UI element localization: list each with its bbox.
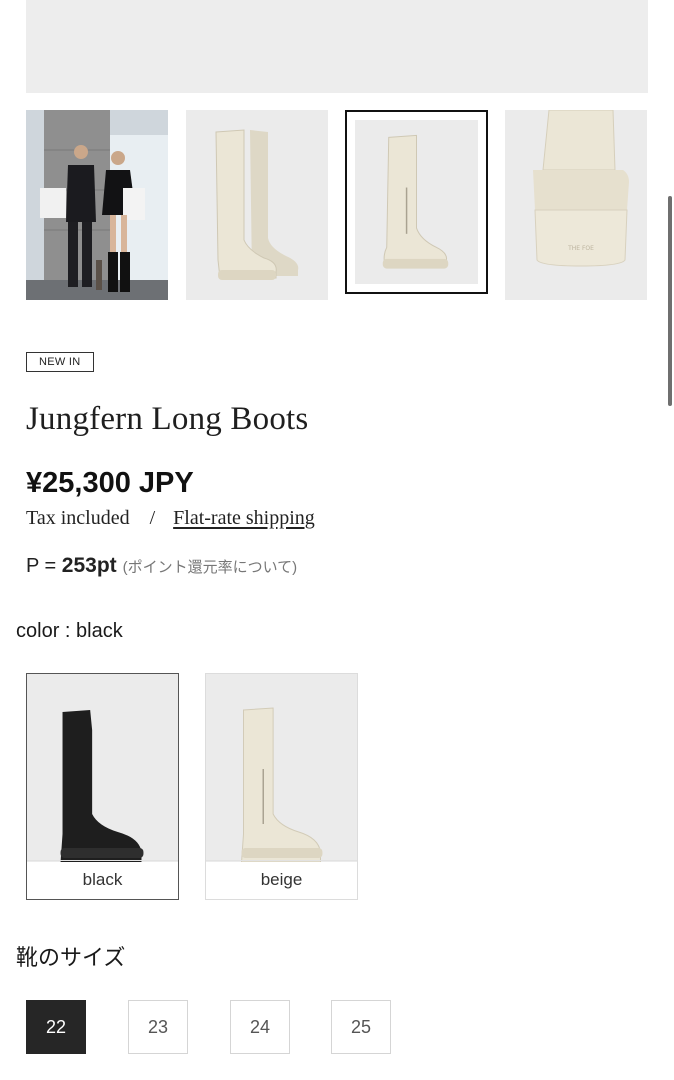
product-price: ¥25,300 JPY — [26, 467, 194, 499]
boot-side-beige-icon — [186, 110, 328, 300]
scrollbar-thumb[interactable] — [668, 196, 672, 406]
points-value: 253pt — [61, 554, 117, 577]
size-option-23[interactable]: 23 — [128, 1000, 188, 1054]
thumbnail-boot-side[interactable] — [186, 110, 328, 300]
thumbnail-gallery: THE FOE — [26, 110, 648, 300]
points-prefix: P = — [26, 555, 62, 577]
points-line: P = 253pt (ポイント還元率について) — [26, 554, 297, 578]
tax-shipping-line: Tax included / Flat-rate shipping — [26, 507, 315, 530]
thumbnail-boot-front[interactable] — [345, 110, 488, 294]
main-product-image[interactable] — [26, 0, 648, 93]
size-label: 靴のサイズ — [16, 945, 126, 970]
beige-boot-icon — [241, 707, 323, 862]
color-option-beige[interactable]: beige — [205, 673, 358, 900]
color-selection-label: color : black — [16, 620, 123, 642]
models-photo-icon — [26, 110, 168, 300]
color-option-label: beige — [206, 860, 357, 899]
flat-rate-shipping-link[interactable]: Flat-rate shipping — [173, 507, 315, 529]
svg-text:THE FOE: THE FOE — [567, 245, 594, 252]
tax-included-text: Tax included — [26, 507, 130, 529]
new-in-badge: NEW IN — [26, 352, 94, 372]
points-info-link[interactable]: (ポイント還元率について) — [123, 559, 298, 576]
size-option-25[interactable]: 25 — [331, 1000, 391, 1054]
size-option-22[interactable]: 22 — [26, 1000, 86, 1054]
color-option-label: black — [27, 860, 178, 899]
black-boot-image — [27, 674, 178, 862]
black-boot-icon — [60, 710, 144, 862]
thumbnail-boot-sole[interactable]: THE FOE — [505, 110, 647, 300]
color-option-black[interactable]: black — [26, 673, 179, 900]
product-title: Jungfern Long Boots — [26, 401, 309, 437]
beige-boot-image — [206, 674, 357, 862]
size-option-24[interactable]: 24 — [230, 1000, 290, 1054]
thumbnail-models[interactable] — [26, 110, 168, 300]
boot-front-beige-icon — [382, 134, 449, 269]
separator: / — [149, 507, 156, 529]
scrollbar[interactable] — [666, 0, 674, 1080]
boot-sole-detail-icon: THE FOE — [505, 110, 647, 300]
